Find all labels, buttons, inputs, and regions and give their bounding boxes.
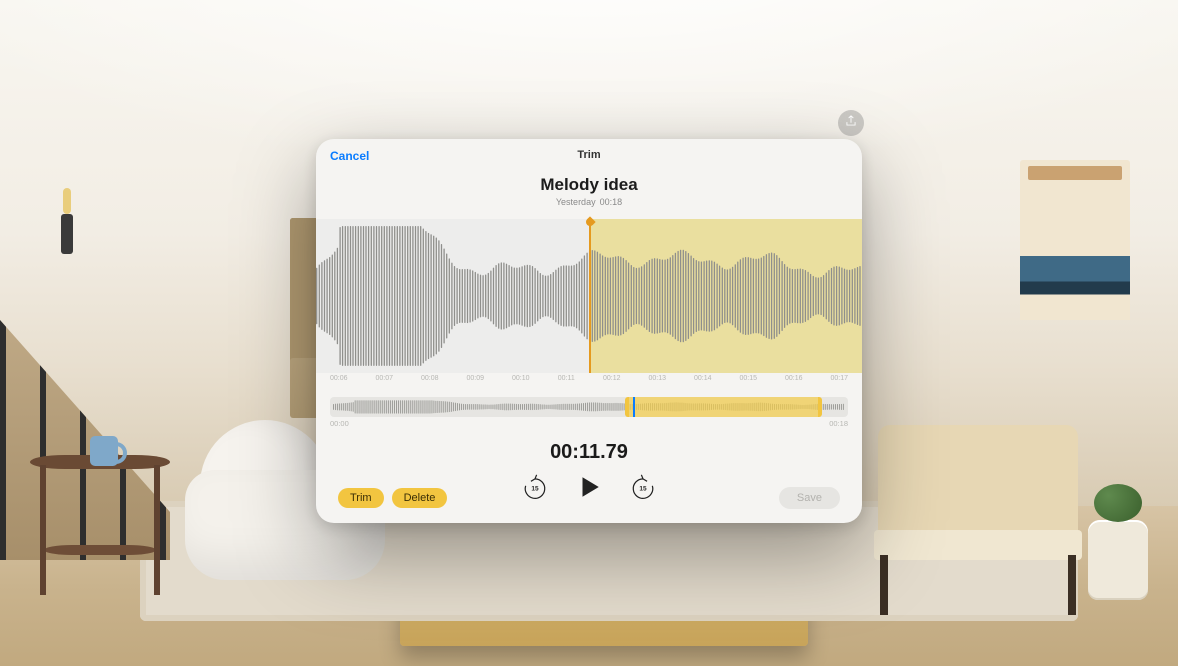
tick-label: 00:13 (648, 375, 666, 382)
tick-label: 00:09 (466, 375, 484, 382)
scrubber-selection[interactable] (625, 397, 822, 417)
current-time: 00:11.79 (316, 441, 862, 464)
tick-label: 00:15 (739, 375, 757, 382)
trim-modal: Cancel Trim Melody idea Yesterday00:18 0… (316, 139, 862, 523)
playhead[interactable] (589, 219, 591, 373)
recording-subtitle: Yesterday00:18 (316, 197, 862, 207)
share-button[interactable] (838, 110, 864, 136)
scrubber-playhead[interactable] (633, 397, 635, 417)
tick-label: 00:17 (830, 375, 848, 382)
tick-label: 00:06 (330, 375, 348, 382)
tick-label: 00:07 (375, 375, 393, 382)
share-icon (844, 114, 858, 133)
tick-label: 00:12 (603, 375, 621, 382)
tick-label: 00:11 (558, 375, 575, 382)
scrubber-track[interactable] (330, 397, 848, 417)
tick-label: 00:08 (421, 375, 439, 382)
recording-title: Melody idea (316, 175, 862, 195)
tick-label: 00:10 (512, 375, 530, 382)
cancel-button[interactable]: Cancel (330, 149, 369, 163)
waveform-main[interactable] (316, 219, 862, 373)
tick-label: 00:16 (785, 375, 803, 382)
scrubber-start-label: 00:00 (330, 419, 349, 428)
modal-title: Trim (577, 149, 600, 161)
timeline-ticks: 00:06 00:07 00:08 00:09 00:10 00:11 00:12 00:13… (316, 373, 862, 387)
scrubber-end-label: 00:18 (829, 419, 848, 428)
save-button[interactable]: Save (779, 487, 840, 509)
trim-button[interactable]: Trim (338, 488, 384, 508)
tick-label: 00:14 (694, 375, 712, 382)
delete-button[interactable]: Delete (392, 488, 448, 508)
